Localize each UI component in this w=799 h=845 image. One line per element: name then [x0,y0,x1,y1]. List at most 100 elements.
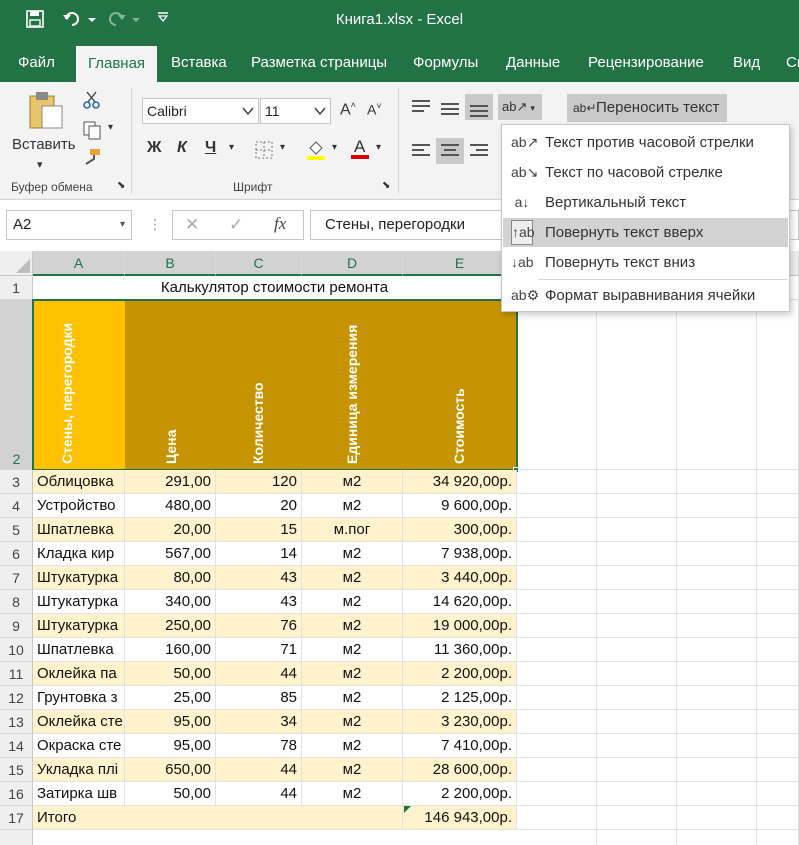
table-cell[interactable]: 43 [216,590,302,614]
table-cell[interactable]: Окраска сте [33,734,125,758]
row-header[interactable]: 17 [0,806,33,830]
wrap-text-button[interactable]: ab↵ Переносить текст [567,94,727,122]
row-header[interactable]: 4 [0,494,33,518]
empty-cell[interactable] [677,518,757,542]
borders-icon[interactable] [254,140,274,163]
empty-cell[interactable] [517,494,597,518]
paste-button[interactable]: Вставить [12,136,76,153]
table-cell[interactable]: 160,00 [125,638,216,662]
empty-cell[interactable] [677,300,757,470]
table-cell[interactable]: 50,00 [125,782,216,806]
row-header[interactable]: 12 [0,686,33,710]
row-header[interactable]: 1 [0,276,33,300]
table-cell[interactable]: Грунтовка з [33,686,125,710]
increase-font-icon[interactable]: A˄ [340,100,356,119]
table-cell[interactable]: 95,00 [125,710,216,734]
tab-view[interactable]: Вид [733,44,760,82]
table-cell[interactable]: 44 [216,782,302,806]
empty-cell[interactable] [597,566,677,590]
empty-cell[interactable] [597,494,677,518]
row-header[interactable]: 10 [0,638,33,662]
table-cell[interactable]: 20,00 [125,518,216,542]
empty-cell[interactable] [757,470,799,494]
empty-cell[interactable] [517,638,597,662]
empty-cell[interactable] [677,470,757,494]
table-cell[interactable]: 44 [216,758,302,782]
table-cell[interactable]: Шпатлевка [33,518,125,542]
table-cell[interactable]: 7 938,00р. [403,542,517,566]
align-left-icon[interactable] [412,144,430,159]
row-header[interactable]: 15 [0,758,33,782]
table-cell[interactable]: Штукатурка [33,590,125,614]
empty-cell[interactable] [597,542,677,566]
empty-cell[interactable] [757,590,799,614]
table-cell[interactable]: м2 [302,710,403,734]
table-cell[interactable]: Штукатурка [33,566,125,590]
empty-cell[interactable] [757,782,799,806]
align-top-icon[interactable] [412,100,430,115]
font-launcher-icon[interactable]: ⬊ [382,180,390,191]
table-cell[interactable]: 2 200,00р. [403,662,517,686]
table-cell[interactable]: м2 [302,638,403,662]
empty-cell[interactable] [597,806,677,830]
table-cell[interactable]: 14 [216,542,302,566]
table-cell[interactable]: 3 230,00р. [403,710,517,734]
empty-cell[interactable] [677,686,757,710]
paste-dropdown-icon[interactable]: ▾ [37,158,43,171]
align-right-icon[interactable] [470,144,488,159]
empty-cell[interactable] [677,830,757,845]
table-cell[interactable]: м2 [302,590,403,614]
bold-button[interactable]: Ж [147,139,161,157]
copy-dropdown-icon[interactable]: ▾ [108,122,113,133]
empty-cell[interactable] [677,758,757,782]
empty-cell[interactable] [517,686,597,710]
font-color-icon[interactable]: A [349,136,371,163]
decrease-font-icon[interactable]: A˅ [367,101,382,118]
table-cell[interactable]: 2 125,00р. [403,686,517,710]
table-cell[interactable]: м2 [302,758,403,782]
tab-home[interactable]: Главная [76,46,157,82]
table-cell[interactable]: м2 [302,686,403,710]
table-cell[interactable]: 11 360,00р. [403,638,517,662]
table-cell[interactable]: м.пог [302,518,403,542]
total-label-cell[interactable]: Итого [33,806,403,830]
table-cell[interactable]: Затирка шв [33,782,125,806]
row-header[interactable]: 8 [0,590,33,614]
row-header[interactable]: 9 [0,614,33,638]
tab-page-layout[interactable]: Разметка страницы [251,44,387,82]
empty-cell[interactable] [757,300,799,470]
table-cell[interactable]: 7 410,00р. [403,734,517,758]
row-header[interactable]: 16 [0,782,33,806]
align-bottom-button[interactable] [465,94,493,120]
menu-item-rotate-up[interactable]: ↑ab Повернуть текст вверх [503,218,788,247]
menu-item-format-alignment[interactable]: ab⚙ Формат выравнивания ячейки [503,281,788,310]
row-header[interactable]: 7 [0,566,33,590]
borders-dropdown-icon[interactable]: ▾ [280,142,285,153]
table-cell[interactable]: Укладка плі [33,758,125,782]
menu-item-clockwise[interactable]: ab↘ Текст по часовой стрелке [503,158,788,187]
table-cell[interactable]: 291,00 [125,470,216,494]
orientation-button[interactable]: ab↗ ▾ [498,94,542,120]
table-cell[interactable]: 85 [216,686,302,710]
empty-cell[interactable] [597,614,677,638]
empty-cell[interactable] [757,806,799,830]
table-cell[interactable]: 340,00 [125,590,216,614]
table-cell[interactable]: м2 [302,782,403,806]
copy-icon[interactable] [82,120,102,143]
table-cell[interactable]: Штукатурка [33,614,125,638]
empty-cell[interactable] [517,710,597,734]
table-cell[interactable]: 480,00 [125,494,216,518]
empty-cell[interactable] [677,566,757,590]
empty-cell[interactable] [677,590,757,614]
table-cell[interactable]: 43 [216,566,302,590]
row-header[interactable]: 3 [0,470,33,494]
table-cell[interactable]: 9 600,00р. [403,494,517,518]
table-cell[interactable]: 34 920,00р. [403,470,517,494]
column-header-c[interactable]: C [216,251,302,276]
menu-item-rotate-down[interactable]: ↓ab Повернуть текст вниз [503,248,788,277]
row-header[interactable]: 2 [0,300,33,470]
empty-cell[interactable] [757,830,799,845]
empty-cell[interactable] [517,300,597,470]
table-cell[interactable]: 19 000,00р. [403,614,517,638]
table-cell[interactable]: Кладка кир [33,542,125,566]
